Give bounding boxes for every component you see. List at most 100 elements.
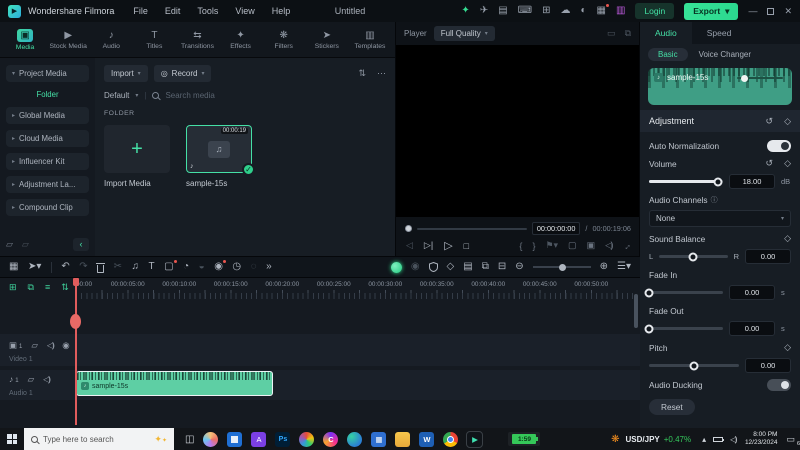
aspect-ratio-icon[interactable]: ▭ (607, 28, 616, 39)
shield-icon[interactable] (428, 262, 438, 272)
new-folder-icon[interactable]: ▱ (6, 239, 13, 250)
color-icon[interactable]: ◒ (199, 262, 205, 272)
fade-in-slider[interactable] (644, 288, 723, 297)
crop-icon[interactable]: ▢ (164, 260, 177, 272)
battery-widget[interactable]: 1:59 (508, 432, 541, 446)
mask-icon[interactable]: ◌ (251, 262, 257, 272)
battery-tray-icon[interactable] (713, 436, 725, 442)
sort-dropdown[interactable]: Default (104, 91, 129, 100)
media-tab[interactable]: T Titles (133, 30, 175, 50)
tab-audio[interactable]: Audio (640, 22, 692, 44)
audio-clip[interactable]: ♪ sample-15s (76, 371, 273, 396)
maximize-button[interactable] (767, 7, 775, 15)
zoom-out-icon[interactable]: ⊖ (515, 262, 523, 272)
notification-center-icon[interactable]: ▭ 6 (786, 434, 800, 447)
media-tab[interactable]: ⇆ Transitions (176, 30, 218, 50)
split-icon[interactable]: ✂ (114, 262, 122, 272)
taskbar-search[interactable]: ✦✦ (24, 428, 174, 450)
media-tab[interactable]: ♪ Audio (90, 30, 132, 50)
more-options-icon[interactable]: ⋯ (377, 68, 386, 79)
video-track-lane[interactable] (0, 334, 640, 366)
play-icon[interactable]: ▷ (444, 239, 452, 252)
slider-knob[interactable] (689, 361, 699, 370)
media-clip-card[interactable]: 00:00:19 ♫ ♪ ✓ (186, 125, 255, 176)
keyframe-icon[interactable]: ◇ (447, 262, 455, 272)
share-icon[interactable]: ✈ (480, 6, 488, 16)
link-clips-icon[interactable]: ⧉ (28, 282, 34, 293)
redo-icon[interactable]: ↷ (79, 262, 87, 272)
audio-channels-dropdown[interactable]: None ▾ (649, 210, 791, 227)
timeline-ruler[interactable]: 00:00 00:00:05:00 00:00:10:00 00:00:15:00 00… (76, 281, 617, 288)
volume-value[interactable]: 18.00 (729, 174, 775, 189)
pitch-value[interactable]: 0.00 (745, 358, 791, 373)
subtab-basic[interactable]: Basic (648, 48, 688, 61)
minimize-button[interactable]: — (748, 6, 757, 16)
taskbar-search-input[interactable] (43, 434, 131, 444)
mark-in-icon[interactable]: { (519, 241, 522, 251)
clip-volume-slider[interactable] (737, 74, 783, 82)
quality-dropdown[interactable]: Full Quality ▾ (433, 26, 495, 41)
render-icon[interactable]: ▤ (463, 262, 472, 272)
reset-icon[interactable]: ↺ (766, 158, 774, 169)
media-tab[interactable]: ➤ Stickers (306, 30, 348, 50)
subtab-voice-changer[interactable]: Voice Changer (699, 50, 751, 59)
menu-item[interactable]: View (235, 6, 254, 16)
laptop-icon[interactable]: ⌨ (518, 6, 532, 16)
timeline-zoom-slider[interactable] (532, 263, 591, 271)
audio-ducking-toggle[interactable] (767, 379, 791, 391)
ticker-symbol[interactable]: USD/JPY (626, 435, 660, 444)
sidebar-item[interactable]: ▸ Compound Clip (6, 199, 89, 216)
close-button[interactable]: ✕ (784, 6, 792, 17)
screen-record-icon[interactable]: ⧉ (482, 262, 489, 272)
resource-icon[interactable]: ⊞ (542, 6, 550, 16)
theme-icon[interactable]: ◐ (580, 6, 586, 16)
edge-app-icon[interactable] (347, 431, 363, 447)
menu-item[interactable]: Help (272, 6, 291, 16)
import-media-card[interactable]: + (104, 125, 170, 173)
clipchamp-app-icon[interactable]: C (323, 431, 339, 447)
slider-knob[interactable] (644, 288, 654, 297)
file-explorer-icon[interactable] (395, 431, 411, 447)
record-button[interactable]: ◎ Record ▾ (153, 65, 212, 82)
keyframe-icon[interactable]: ◇ (784, 158, 791, 169)
chrome-app-icon[interactable] (443, 431, 459, 447)
stop-icon[interactable]: □ (464, 241, 469, 251)
select-tool-icon[interactable]: ➤▾ (28, 262, 41, 272)
media-tab[interactable]: ▥ Templates (349, 30, 391, 50)
sidebar-item[interactable]: ▸ Global Media (6, 107, 89, 124)
gift-icon[interactable]: ✦ (461, 6, 469, 16)
cart-icon[interactable]: ▥ (616, 6, 625, 16)
photos-app-icon[interactable] (227, 431, 243, 447)
apps-grid-icon[interactable]: ▦ (597, 4, 609, 16)
undo-icon[interactable]: ↶ (61, 262, 69, 272)
scrubber-knob[interactable] (405, 225, 412, 232)
menu-item[interactable]: Edit (165, 6, 181, 16)
fade-out-value[interactable]: 0.00 (729, 321, 775, 336)
mark-out-icon[interactable]: } (532, 241, 535, 251)
keyframe-icon[interactable]: ◇ (784, 116, 791, 127)
auto-normalization-toggle[interactable] (767, 140, 791, 152)
previous-frame-icon[interactable]: ◁ (406, 240, 413, 251)
media-tab[interactable]: ❋ Filters (263, 30, 305, 50)
stopwatch-icon[interactable]: ◷ (232, 262, 241, 272)
slider-knob[interactable] (688, 252, 698, 261)
audio-clip-preview[interactable]: ♪ sample-15s (648, 68, 792, 105)
sound-balance-value[interactable]: 0.00 (745, 249, 791, 264)
fade-in-value[interactable]: 0.00 (729, 285, 775, 300)
slider-knob[interactable] (713, 177, 723, 186)
mute-track-icon[interactable]: ◁) (43, 374, 51, 385)
magnet-snap-icon[interactable]: ⇅ (61, 282, 69, 293)
media-tab[interactable]: ✦ Effects (220, 30, 262, 50)
media-bin-icon[interactable]: ▦ (9, 262, 18, 272)
marker-icon[interactable]: ⚑▾ (545, 240, 558, 251)
task-view-icon[interactable]: ◫ (185, 434, 194, 445)
sidebar-item-folder[interactable]: Folder (6, 88, 89, 101)
timeline-scrollbar[interactable] (634, 294, 638, 328)
next-frame-icon[interactable]: ▷| (424, 240, 433, 251)
add-text-icon[interactable]: T (149, 262, 155, 272)
import-button[interactable]: Import ▾ (104, 65, 148, 82)
widget-weather-icon[interactable]: ❋ (611, 434, 619, 445)
speaker-icon[interactable]: ◁) (605, 240, 613, 251)
beat-detection-icon[interactable]: ♫ (132, 262, 140, 272)
start-button[interactable] (0, 434, 24, 444)
